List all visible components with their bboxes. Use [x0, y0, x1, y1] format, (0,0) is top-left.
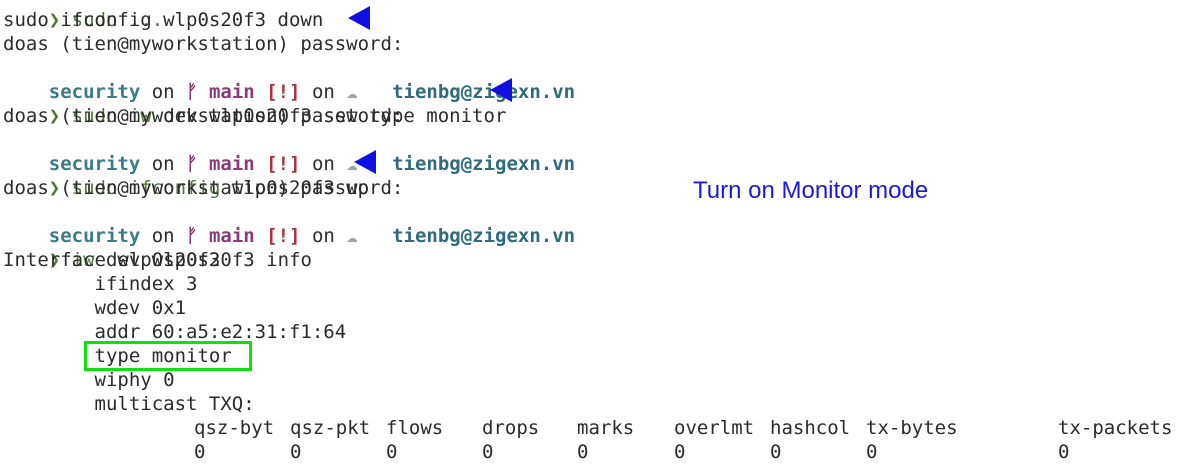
- txq-header: hashcol: [770, 417, 851, 439]
- output-line: ifindex 3: [3, 273, 198, 295]
- shell-prompt-context: security on ᚠ main [!] on ☁ tienbg@zigex…: [48, 225, 576, 247]
- txq-header: marks: [577, 417, 635, 439]
- txq-value: 0: [577, 441, 589, 463]
- annotation-note: Turn on Monitor mode: [693, 177, 929, 204]
- shell-prompt-context: security on ᚠ main [!] on ☁ tienbg@zigex…: [48, 81, 576, 103]
- txq-header: qsz-pkt: [290, 417, 371, 439]
- txq-value: 0: [386, 441, 398, 463]
- txq-value: 0: [770, 441, 782, 463]
- txq-header: tx-packets: [1058, 417, 1173, 439]
- txq-header: flows: [386, 417, 444, 439]
- txq-value: 0: [674, 441, 686, 463]
- annotation-arrow-icon: [354, 150, 376, 174]
- output-line: wdev 0x1: [3, 297, 187, 319]
- txq-header: drops: [482, 417, 540, 439]
- command-line: ❯ iw dev wlp0s20f3 info: [48, 249, 312, 271]
- password-prompt: doas (tien@myworkstation) password:: [3, 105, 404, 127]
- txq-header: qsz-byt: [194, 417, 275, 439]
- password-prompt: doas (tien@myworkstation) password:: [3, 177, 404, 199]
- txq-value: 0: [482, 441, 494, 463]
- txq-header: tx-bytes: [866, 417, 958, 439]
- txq-value: 0: [866, 441, 878, 463]
- highlight-box: [84, 341, 252, 371]
- output-line: multicast TXQ:: [3, 393, 255, 415]
- command-line: ❯ sudo ifconfig wlp0s20f3 up: [48, 177, 370, 199]
- output-line: wiphy 0: [3, 369, 175, 391]
- txq-value: 0: [290, 441, 302, 463]
- annotation-arrow-icon: [348, 6, 370, 30]
- annotation-arrow-icon: [490, 78, 512, 102]
- txq-value: 0: [1058, 441, 1070, 463]
- shell-prompt-context: security on ᚠ main [!] on ☁ tienbg@zigex…: [48, 153, 576, 175]
- txq-header: overlmt: [674, 417, 755, 439]
- cloud-icon: ☁: [346, 225, 358, 247]
- command-line: sudo ifconfig wlp0s20f3 down: [3, 9, 324, 31]
- txq-value: 0: [194, 441, 206, 463]
- password-prompt: doas (tien@myworkstation) password:: [3, 33, 404, 55]
- top-fragment: ❯ sudo ...: [48, 9, 164, 31]
- output-line: Interface wlp0s20f3: [3, 249, 221, 271]
- command-line: ❯ sudo iw dev wlp0s20f3 set type monitor: [48, 105, 507, 127]
